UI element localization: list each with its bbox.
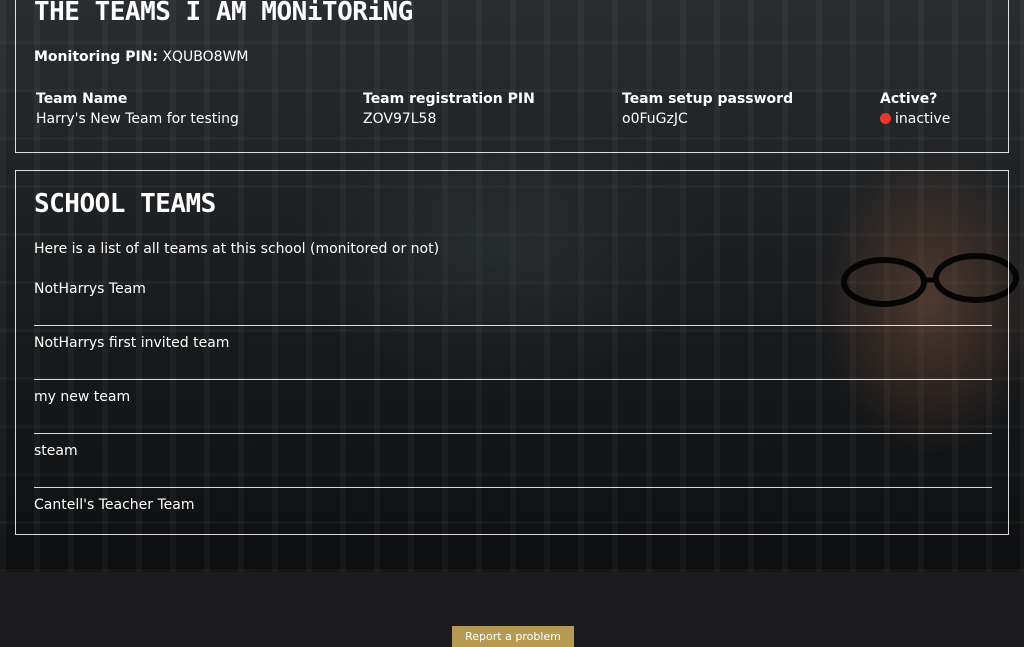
column-team-name: Team Name Harry's New Team for testing: [36, 91, 239, 127]
list-item: steam: [34, 434, 992, 488]
column-header-team-name: Team Name: [36, 91, 128, 107]
registration-pin-cell: ZOV97L58: [363, 111, 437, 127]
setup-password-cell: o0FuGzJC: [622, 111, 688, 127]
active-status-text: inactive: [895, 111, 951, 127]
column-registration-pin: Team registration PIN ZOV97L58: [363, 91, 535, 127]
column-header-setup-password: Team setup password: [622, 91, 794, 107]
report-problem-button[interactable]: Report a problem: [452, 626, 574, 647]
list-item: NotHarrys Team: [34, 272, 992, 326]
column-setup-password: Team setup password o0FuGzJC: [622, 91, 793, 127]
monitoring-heading: THE TEAMS I AM MONiTORiNG: [34, 0, 413, 27]
active-status: inactive: [880, 111, 950, 127]
list-item: Cantell's Teacher Team: [34, 497, 195, 513]
column-active: Active? inactive: [880, 91, 950, 127]
list-item: NotHarrys first invited team: [34, 326, 992, 380]
monitoring-pin-value: XQUBO8WM: [162, 49, 249, 65]
school-teams-intro: Here is a list of all teams at this scho…: [34, 241, 440, 257]
column-header-registration-pin: Team registration PIN: [363, 91, 535, 107]
monitoring-pin: Monitoring PIN: XQUBO8WM: [34, 49, 249, 65]
status-dot-icon: [880, 113, 891, 124]
monitoring-pin-label: Monitoring PIN:: [34, 49, 158, 65]
column-header-active: Active?: [880, 91, 938, 107]
monitoring-panel: THE TEAMS I AM MONiTORiNG Monitoring PIN…: [15, 0, 1009, 153]
team-name-cell: Harry's New Team for testing: [36, 111, 239, 127]
school-teams-heading: SCHOOL TEAMS: [34, 189, 216, 219]
school-team-list: NotHarrys Team NotHarrys first invited t…: [34, 272, 992, 542]
list-item: my new team: [34, 380, 992, 434]
school-teams-panel: SCHOOL TEAMS Here is a list of all teams…: [15, 170, 1009, 535]
